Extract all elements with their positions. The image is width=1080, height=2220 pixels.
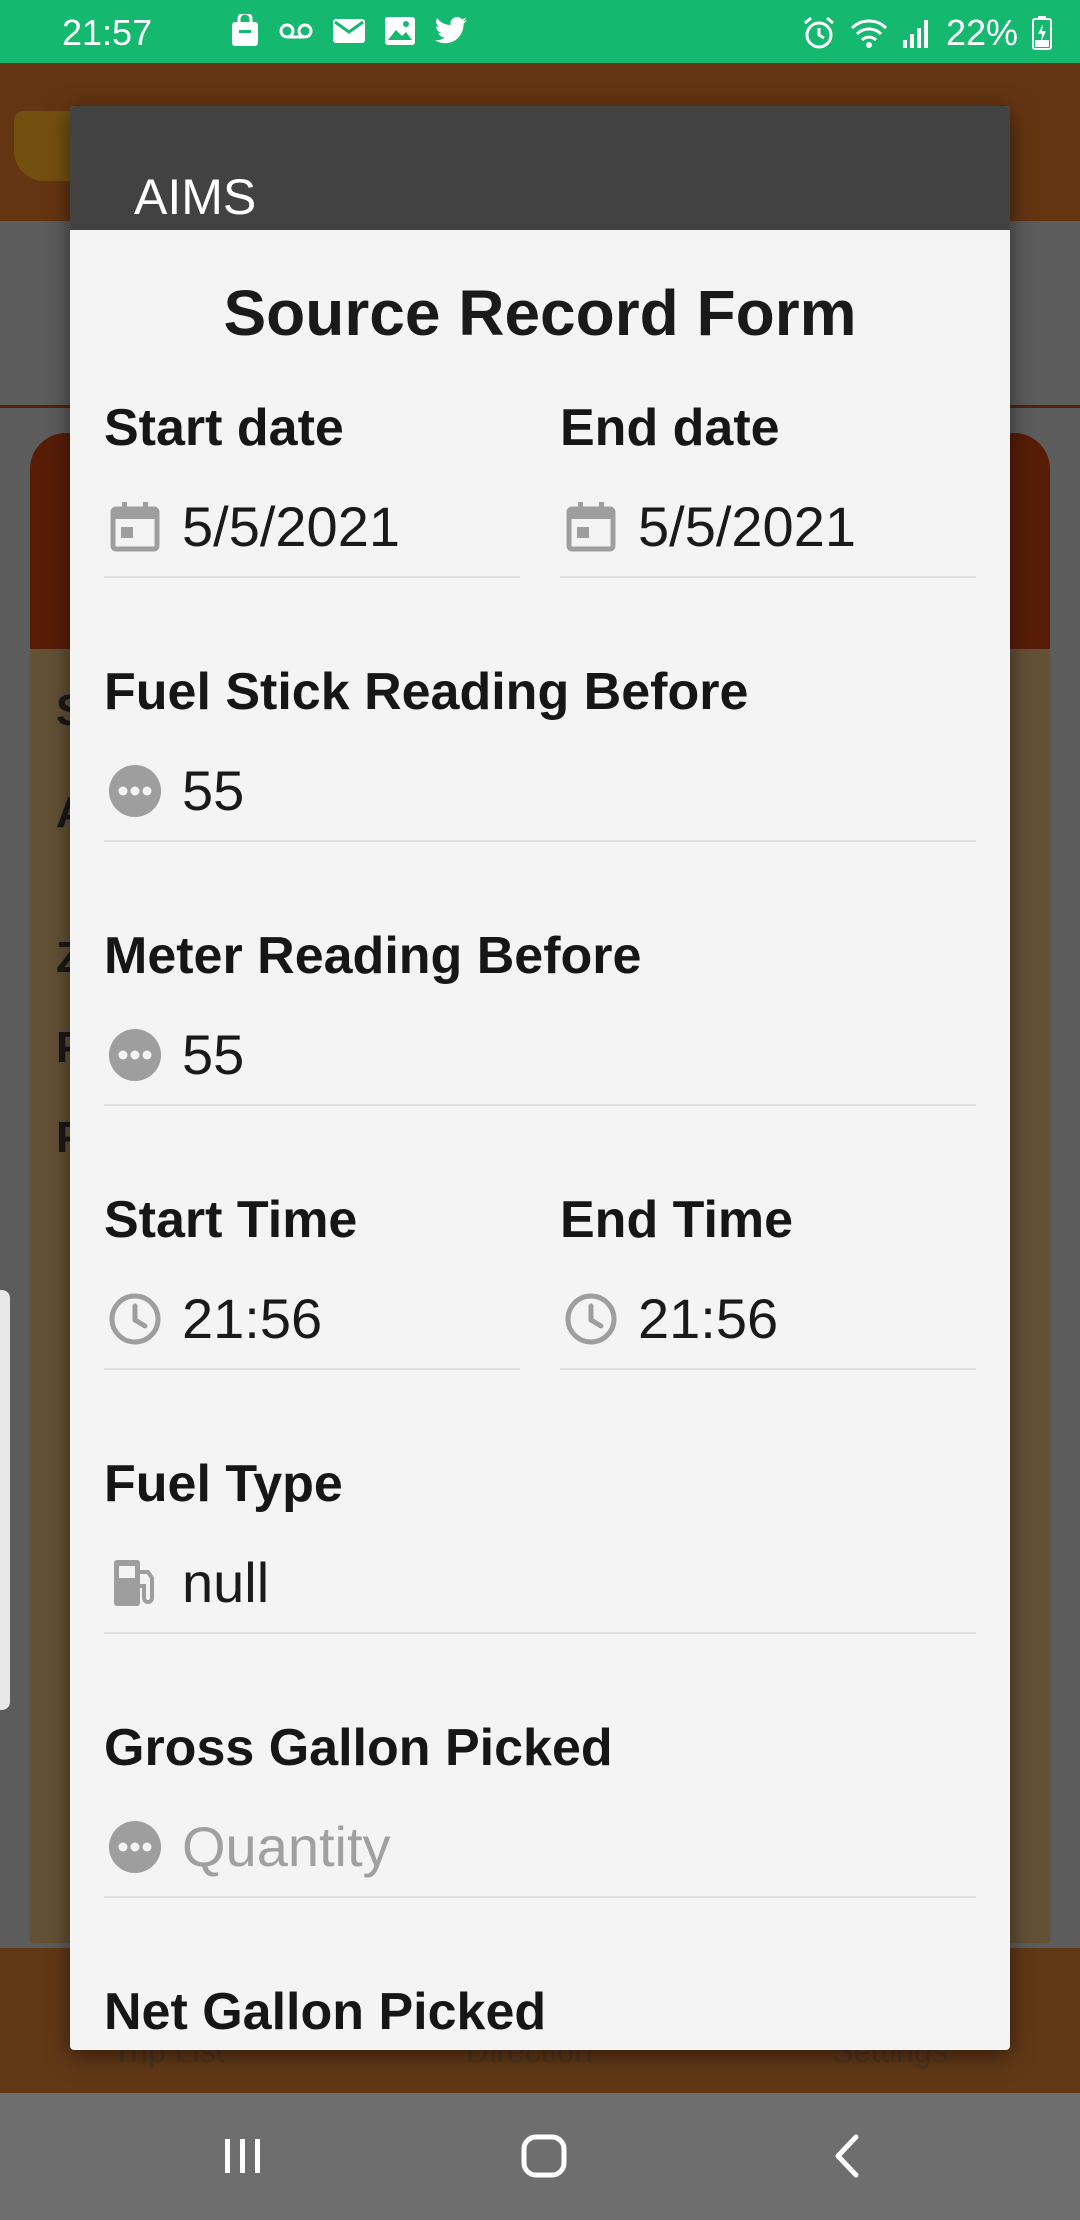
alarm-icon <box>803 16 834 49</box>
source-record-dialog: AIMS Source Record Form Start date End d… <box>70 106 1010 2050</box>
side-handle[interactable] <box>0 1290 10 1710</box>
end-date-field[interactable]: 5/5/2021 <box>560 478 976 578</box>
back-button[interactable] <box>818 2131 878 2181</box>
image-icon <box>385 17 415 45</box>
gross-gallon-placeholder: Quantity <box>182 1815 391 1878</box>
start-time-value: 21:56 <box>182 1287 323 1350</box>
fuel-stick-before-label: Fuel Stick Reading Before <box>104 663 749 721</box>
notification-icons <box>230 14 468 48</box>
clock-icon <box>565 1293 617 1345</box>
fuel-stick-before-field[interactable]: 55 <box>104 742 976 842</box>
end-time-label: End Time <box>560 1191 794 1249</box>
home-button[interactable] <box>514 2131 574 2181</box>
end-time-value: 21:56 <box>638 1287 779 1350</box>
fuel-type-label: Fuel Type <box>104 1455 343 1513</box>
net-gallon-label: Net Gallon Picked <box>104 1983 547 2041</box>
twitter-icon <box>434 17 467 44</box>
status-time: 21:57 <box>62 12 153 53</box>
start-date-label: Start date <box>104 399 344 457</box>
calendar-icon <box>566 502 616 552</box>
battery-charging-icon <box>1032 16 1052 50</box>
end-date-label: End date <box>560 399 780 457</box>
dialog-title: AIMS <box>134 169 257 225</box>
more-icon <box>109 1821 161 1873</box>
recent-apps-button[interactable] <box>213 2131 273 2181</box>
start-date-field[interactable]: 5/5/2021 <box>104 478 520 578</box>
clock-icon <box>109 1293 161 1345</box>
fuel-pump-icon <box>114 1560 154 1606</box>
form-title: Source Record Form <box>223 277 857 349</box>
fuel-stick-before-value: 55 <box>182 759 245 822</box>
gross-gallon-label: Gross Gallon Picked <box>104 1719 613 1777</box>
calendar-icon <box>110 502 160 552</box>
signal-icon <box>902 20 928 48</box>
gross-gallon-input[interactable]: Quantity <box>104 1798 976 1898</box>
end-time-field[interactable]: 21:56 <box>560 1270 976 1370</box>
system-icons: 22% <box>802 12 1052 54</box>
start-time-field[interactable]: 21:56 <box>104 1270 520 1370</box>
meter-before-value: 55 <box>182 1023 245 1086</box>
more-icon <box>109 765 161 817</box>
status-bar: 21:57 22% <box>0 0 1080 63</box>
wifi-icon <box>850 19 887 48</box>
meter-before-field[interactable]: 55 <box>104 1006 976 1106</box>
start-date-value: 5/5/2021 <box>182 495 400 558</box>
battery-percent: 22% <box>945 12 1018 53</box>
more-icon <box>109 1029 161 1081</box>
meter-before-label: Meter Reading Before <box>104 927 642 985</box>
end-date-value: 5/5/2021 <box>638 495 856 558</box>
voicemail-icon <box>279 23 313 39</box>
shopping-bag-icon <box>232 14 258 46</box>
system-nav-bar <box>0 2093 1080 2220</box>
fuel-type-value: null <box>182 1551 270 1614</box>
fuel-type-field[interactable]: null <box>104 1534 976 1634</box>
dialog-header: AIMS <box>70 106 1010 230</box>
start-time-label: Start Time <box>104 1191 358 1249</box>
mail-icon <box>333 19 365 43</box>
